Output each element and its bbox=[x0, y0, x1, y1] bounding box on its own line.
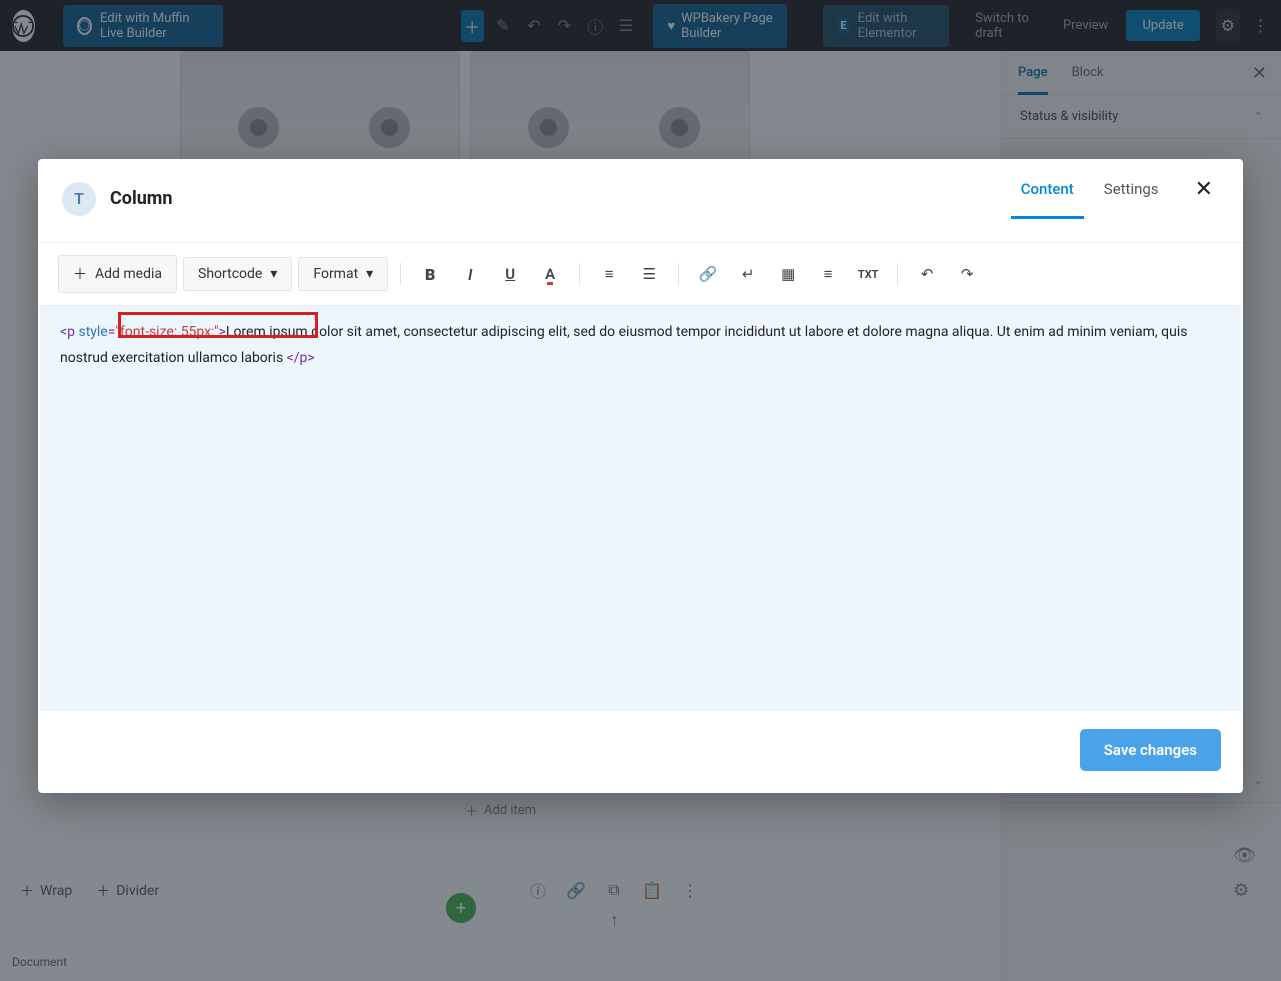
code-gt: > bbox=[219, 324, 226, 340]
modal-header: T Column Content Settings ✕ bbox=[38, 159, 1243, 243]
underline-icon: U bbox=[505, 265, 515, 283]
table-icon: ▦ bbox=[781, 265, 795, 283]
editor-undo-button[interactable]: ↶ bbox=[910, 257, 944, 291]
column-editor-modal: T Column Content Settings ✕ ＋ Add media … bbox=[38, 159, 1243, 793]
ol-icon: ≡ bbox=[605, 265, 614, 283]
shortcode-label: Shortcode bbox=[198, 266, 262, 282]
unordered-list-button[interactable]: ☰ bbox=[632, 257, 666, 291]
toolbar-separator-3 bbox=[678, 263, 679, 285]
modal-tab-content[interactable]: Content bbox=[1021, 180, 1074, 218]
text-color-icon: A bbox=[545, 265, 555, 283]
code-content: <p style="font-size: 55px;">Lorem ipsum … bbox=[60, 324, 1187, 366]
return-icon: ↵ bbox=[742, 265, 755, 283]
toolbar-separator-4 bbox=[897, 263, 898, 285]
code-attr-value: "font-size: 55px;" bbox=[115, 324, 218, 340]
modal-tab-settings[interactable]: Settings bbox=[1104, 180, 1159, 218]
table-button[interactable]: ▦ bbox=[771, 257, 805, 291]
add-media-label: Add media bbox=[95, 266, 162, 282]
ul-icon: ☰ bbox=[642, 265, 655, 283]
format-label: Format bbox=[313, 266, 358, 282]
code-body-text: Lorem ipsum dolor sit amet, consectetur … bbox=[60, 324, 1187, 366]
html-editor-textarea[interactable]: <p style="font-size: 55px;">Lorem ipsum … bbox=[40, 306, 1241, 711]
text-color-button[interactable]: A bbox=[533, 257, 567, 291]
code-attr-name: style bbox=[78, 324, 107, 340]
shortcode-dropdown[interactable]: Shortcode ▾ bbox=[183, 257, 292, 291]
modal-footer: Save changes bbox=[38, 711, 1243, 793]
modal-icon-letter: T bbox=[74, 189, 84, 208]
save-changes-button[interactable]: Save changes bbox=[1080, 729, 1221, 771]
strikethrough-button[interactable]: ≡ bbox=[811, 257, 845, 291]
plaintext-button[interactable]: TXT bbox=[851, 257, 885, 291]
editor-undo-icon: ↶ bbox=[921, 265, 934, 283]
underline-button[interactable]: U bbox=[493, 257, 527, 291]
toolbar-separator bbox=[400, 263, 401, 285]
txt-icon: TXT bbox=[858, 268, 879, 281]
italic-icon: I bbox=[468, 265, 472, 284]
bold-button[interactable]: B bbox=[413, 257, 447, 291]
bold-icon: B bbox=[425, 265, 435, 284]
newline-button[interactable]: ↵ bbox=[731, 257, 765, 291]
editor-redo-button[interactable]: ↷ bbox=[950, 257, 984, 291]
add-media-button[interactable]: ＋ Add media bbox=[58, 255, 177, 293]
editor-toolbar: ＋ Add media Shortcode ▾ Format ▾ B I U A… bbox=[38, 243, 1243, 306]
plus-media-icon: ＋ bbox=[73, 264, 87, 284]
modal-type-icon: T bbox=[62, 182, 96, 216]
modal-title: Column bbox=[110, 188, 172, 209]
editor-redo-icon: ↷ bbox=[961, 265, 974, 283]
modal-tabs: Content Settings ✕ bbox=[1021, 177, 1219, 220]
dropdown-caret-icon: ▾ bbox=[270, 266, 277, 282]
link-icon: 🔗 bbox=[699, 265, 718, 283]
link-button[interactable]: 🔗 bbox=[691, 257, 725, 291]
modal-close-button[interactable]: ✕ bbox=[1189, 177, 1219, 202]
format-dropdown[interactable]: Format ▾ bbox=[298, 257, 388, 291]
italic-button[interactable]: I bbox=[453, 257, 487, 291]
code-open-tag: <p bbox=[60, 324, 75, 340]
dropdown-caret-icon-2: ▾ bbox=[366, 266, 373, 282]
code-close-tag: </p> bbox=[287, 350, 315, 366]
toolbar-separator-2 bbox=[579, 263, 580, 285]
ordered-list-button[interactable]: ≡ bbox=[592, 257, 626, 291]
strike-icon: ≡ bbox=[824, 265, 833, 283]
